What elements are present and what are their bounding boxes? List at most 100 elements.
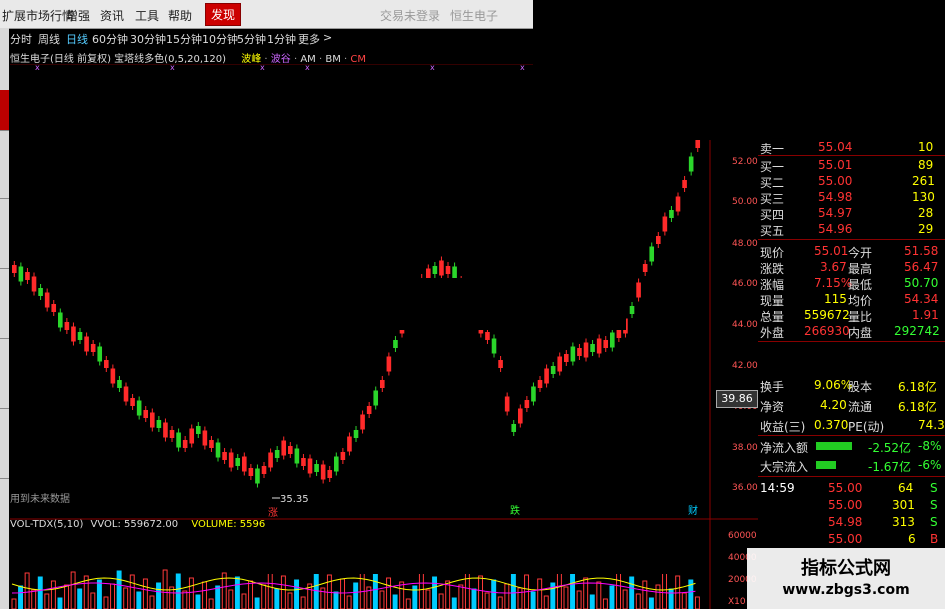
fund-value: 6.18亿	[898, 400, 937, 414]
candle	[320, 464, 326, 480]
period-tab-daily[interactable]: 日线	[66, 31, 88, 47]
volume-bar	[340, 578, 346, 609]
candle	[104, 360, 109, 368]
side-tab-3[interactable]	[0, 208, 9, 269]
flow-value: -2.52亿	[868, 441, 912, 455]
bid-price[interactable]: 54.97	[818, 206, 852, 220]
period-tab-more[interactable]: 更多	[298, 31, 320, 47]
period-tab-10min[interactable]: 10分钟	[202, 31, 238, 47]
bid-price[interactable]: 54.98	[818, 190, 852, 204]
stat-label: 内盘	[848, 326, 873, 340]
side-tab-selected[interactable]	[0, 90, 9, 131]
candle	[314, 464, 319, 472]
candle	[301, 458, 306, 466]
fund-value: 4.20	[820, 398, 847, 412]
bid-price[interactable]: 55.00	[818, 174, 852, 188]
ask1-price[interactable]: 55.04	[818, 140, 852, 154]
menu-discover[interactable]: 发现	[205, 3, 242, 26]
candle	[498, 360, 503, 368]
candle	[268, 452, 273, 468]
candle	[110, 368, 116, 384]
candle	[209, 440, 214, 448]
volume-bar	[392, 594, 398, 609]
tick-vol: 301	[892, 498, 915, 512]
price-tick: 38.00	[732, 443, 758, 453]
stat-label: 涨幅	[760, 278, 785, 292]
candle	[84, 336, 89, 352]
flow-bar	[816, 461, 836, 469]
period-tab-60min[interactable]: 60分钟	[92, 31, 128, 47]
volume-bar	[405, 598, 411, 609]
volume-bar	[530, 591, 536, 609]
stat-label: 涨跌	[760, 262, 785, 276]
volume-bar	[90, 592, 96, 609]
candle	[511, 424, 517, 432]
period-tab-weekly[interactable]: 周线	[38, 31, 60, 47]
candle	[71, 326, 76, 342]
candle	[393, 340, 398, 348]
volume-bar	[451, 597, 457, 609]
volume-bar	[156, 582, 162, 609]
menu-enhance[interactable]: 增强	[66, 7, 90, 24]
side-tab-5[interactable]	[0, 348, 9, 409]
menu-tools[interactable]: 工具	[135, 7, 159, 24]
volume-bar	[602, 598, 608, 609]
volume-bar	[248, 580, 254, 609]
volume-bar	[438, 593, 444, 609]
volume-bar	[622, 589, 628, 609]
candle	[97, 346, 103, 362]
candle	[675, 196, 681, 212]
stat-value: 3.67	[820, 260, 847, 274]
stat-value: 56.47	[904, 260, 939, 274]
volume-bar	[570, 573, 576, 609]
volume-bar	[294, 579, 300, 609]
menu-extended-market[interactable]: 扩展市场行情	[2, 7, 74, 24]
bid-label: 买二	[760, 176, 785, 190]
bid-label: 买三	[760, 192, 785, 206]
chevron-right-icon[interactable]: >	[323, 31, 332, 44]
menu-help[interactable]: 帮助	[168, 7, 192, 24]
vol-indicator-name[interactable]: VOL-TDX(5,10)	[10, 519, 83, 530]
price-tick: 44.00	[732, 320, 758, 330]
volume-bar	[556, 569, 562, 609]
volume-bar	[596, 581, 602, 609]
period-tab-1min[interactable]: 1分钟	[267, 31, 296, 47]
volume-bar	[129, 574, 135, 609]
svg-text:x: x	[305, 64, 310, 72]
menu-news[interactable]: 资讯	[100, 7, 124, 24]
volume-bar	[175, 573, 181, 609]
period-tab-30min[interactable]: 30分钟	[130, 31, 166, 47]
side-tab-6[interactable]	[0, 418, 9, 479]
bid-price[interactable]: 54.96	[818, 222, 852, 236]
volume-bar	[346, 595, 352, 609]
bid-vol: 89	[918, 158, 934, 172]
side-tab-4[interactable]	[0, 278, 9, 339]
candle	[150, 412, 155, 428]
candle	[544, 368, 549, 384]
candle	[695, 140, 701, 148]
watermark-url: www.zbgs3.com	[782, 582, 910, 598]
fund-label: 流通	[848, 400, 873, 414]
svg-text:x: x	[170, 64, 175, 72]
volume-value: VOLUME: 5596	[191, 519, 266, 530]
volume-bar	[543, 595, 549, 609]
tick-price: 55.00	[828, 481, 863, 495]
fund-label: 净资	[760, 400, 785, 414]
volume-bar	[609, 585, 615, 609]
bid-price[interactable]: 55.01	[818, 158, 852, 172]
candle	[596, 338, 602, 354]
candle	[156, 420, 162, 428]
volume-bar	[215, 585, 221, 609]
candle	[38, 288, 43, 296]
candle	[327, 470, 333, 478]
side-tab-2[interactable]	[0, 138, 9, 199]
stat-value: 115	[824, 292, 847, 306]
period-tab-5min[interactable]: 5分钟	[237, 31, 266, 47]
trade-login-status[interactable]: 交易未登录	[380, 7, 440, 24]
tick-vol: 313	[892, 515, 915, 529]
volume-bar	[425, 589, 431, 609]
period-tab-timeshare[interactable]: 分时	[10, 31, 32, 47]
flow-label: 大宗流入	[760, 460, 809, 474]
period-tab-15min[interactable]: 15分钟	[166, 31, 202, 47]
tick-dir: S	[930, 498, 938, 512]
